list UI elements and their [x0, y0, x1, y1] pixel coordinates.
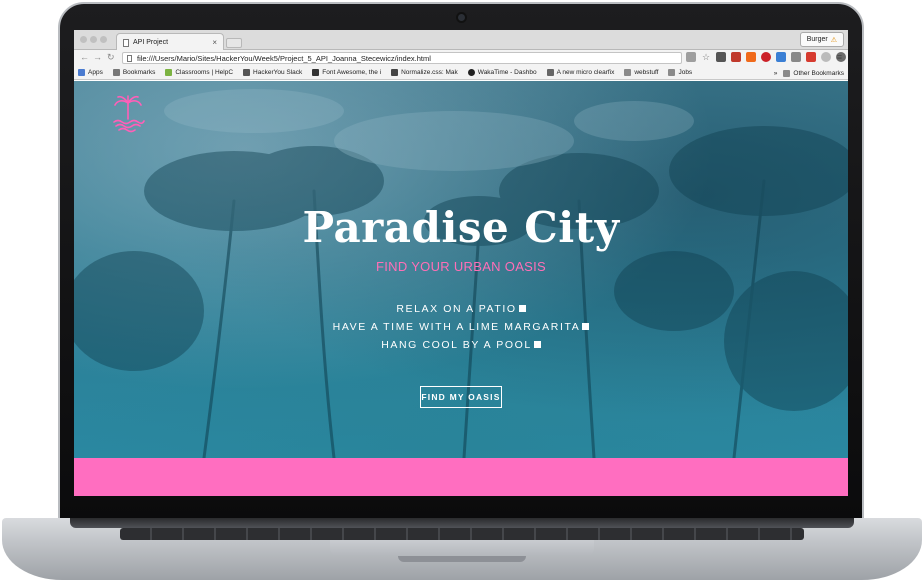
tab-title: API Project [133, 39, 169, 46]
bookmark-folder[interactable]: webstuff [624, 69, 658, 76]
square-bullet-icon [533, 341, 541, 348]
bookmark-item[interactable]: HackerYou Slack [243, 69, 302, 76]
page-icon [243, 69, 251, 76]
warning-icon: ⚠ [830, 36, 837, 44]
new-tab-button[interactable] [226, 38, 242, 48]
page-icon [546, 69, 554, 76]
folder-icon [783, 69, 791, 77]
bookmark-item[interactable]: Classrooms | HelpC [165, 69, 233, 76]
bookmark-item[interactable]: A new micro clearfix [546, 69, 614, 76]
translate-icon[interactable] [686, 52, 696, 62]
extension-red-icon[interactable] [806, 52, 816, 62]
address-bar[interactable]: file:///Users/Mario/Sites/HackerYou/Week… [122, 52, 682, 64]
flag-icon [312, 69, 320, 76]
address-url: file:///Users/Mario/Sites/HackerYou/Week… [137, 54, 431, 63]
bookmarks-bar: Apps Bookmarks Classrooms | HelpC Hacker… [74, 66, 848, 80]
star-icon [112, 69, 120, 76]
trackpad [330, 540, 594, 556]
back-icon[interactable]: ← [80, 52, 89, 62]
tab-close-icon[interactable]: × [212, 38, 217, 47]
pinterest-icon[interactable] [761, 52, 771, 62]
pink-footer-band [74, 458, 848, 496]
bookmark-star-icon[interactable]: ☆ [701, 52, 711, 62]
browser-toolbar: ← → ↻ file:///Users/Mario/Sites/HackerYo… [74, 50, 848, 66]
page-icon [127, 55, 132, 62]
n-icon [391, 69, 399, 76]
bookmark-item[interactable]: Apps [78, 69, 103, 76]
extension-bug-icon[interactable] [731, 52, 741, 62]
bookmarks-overflow-chevron[interactable]: » [774, 70, 778, 77]
laptop-hinge [70, 518, 854, 528]
apps-grid-icon [78, 69, 85, 76]
window-minimize-icon[interactable] [90, 36, 97, 43]
extension-flame-icon[interactable] [746, 52, 756, 62]
laptop-screen: API Project × Burger ⚠ ← → ↻ file:///Use… [74, 30, 848, 496]
forward-icon[interactable]: → [93, 52, 102, 62]
bookmarks-right: » Other Bookmarks [774, 66, 844, 80]
bookmark-item[interactable]: Normalize.css: Mak [391, 69, 458, 76]
feature-line: RELAX ON A PATIO [74, 303, 848, 315]
square-bullet-icon [582, 323, 590, 330]
clock-icon [467, 69, 475, 76]
extension-circle-icon[interactable] [821, 52, 831, 62]
page-icon [123, 38, 129, 47]
folder-icon [668, 69, 676, 76]
extension-t-icon[interactable] [791, 52, 801, 62]
feature-line: HAVE A TIME WITH A LIME MARGARITA [74, 321, 848, 333]
bookmark-item[interactable]: Font Awesome, the i [312, 69, 381, 76]
palm-island-logo-icon[interactable] [108, 93, 148, 133]
extension-icons: ☆ [686, 52, 846, 62]
lid-notch [398, 556, 526, 562]
other-bookmarks-folder[interactable]: Other Bookmarks [783, 69, 844, 77]
tab-api-project[interactable]: API Project × [116, 33, 224, 51]
leaf-icon [165, 69, 173, 76]
page-subtitle: FIND YOUR URBAN OASIS [375, 259, 547, 274]
keyboard [120, 528, 804, 540]
extension-blue-icon[interactable] [776, 52, 786, 62]
extension-dark-icon[interactable] [716, 52, 726, 62]
profile-button[interactable]: Burger ⚠ [799, 32, 844, 47]
hero-section: Paradise City FIND YOUR URBAN OASIS RELA… [74, 81, 848, 458]
menu-icon[interactable]: ≡ [837, 52, 842, 62]
feature-line: HANG COOL BY A POOL [74, 339, 848, 351]
bookmark-item[interactable]: WakaTime - Dashbo [467, 69, 537, 76]
reload-icon[interactable]: ↻ [107, 52, 115, 63]
find-my-oasis-button[interactable]: FIND MY OASIS [420, 386, 502, 408]
folder-icon [624, 69, 632, 76]
browser-tab-bar: API Project × Burger ⚠ [74, 30, 848, 51]
page-title: Paradise City [302, 203, 620, 252]
bookmark-folder[interactable]: Jobs [668, 69, 692, 76]
bookmark-item[interactable]: Bookmarks [112, 69, 155, 76]
window-close-icon[interactable] [80, 36, 87, 43]
square-bullet-icon [518, 305, 526, 312]
window-zoom-icon[interactable] [100, 36, 107, 43]
profile-label: Burger [806, 36, 828, 43]
webcam-icon [456, 12, 467, 23]
